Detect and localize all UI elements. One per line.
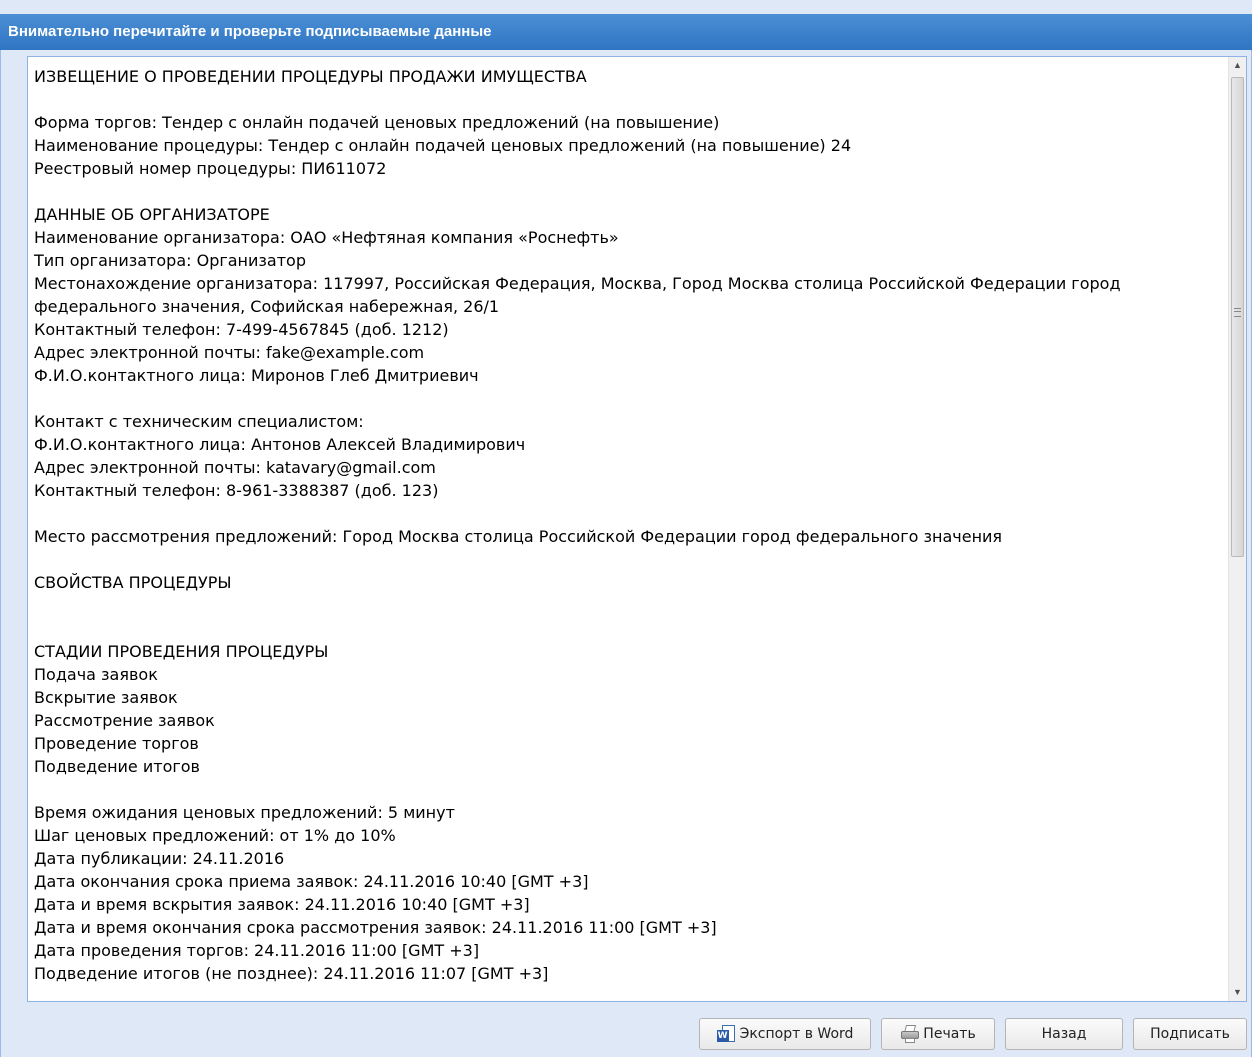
doc-line: Контакт с техническим специалистом: [34, 412, 364, 431]
vertical-scrollbar[interactable]: ▲ ▼ [1228, 57, 1246, 1001]
button-bar: W Экспорт в Word Печать Назад Подписать [1, 1018, 1252, 1052]
doc-line: Адрес электронной почты: katavary@gmail.… [34, 458, 436, 477]
doc-line: Тип организатора: Организатор [34, 251, 306, 270]
doc-section-heading: СТАДИИ ПРОВЕДЕНИЯ ПРОЦЕДУРЫ [34, 642, 329, 661]
doc-line [34, 180, 1214, 203]
doc-line: Ф.И.О.контактного лица: Антонов Алексей … [34, 435, 526, 454]
doc-line: Подведение итогов [34, 757, 200, 776]
printer-icon [900, 1024, 920, 1044]
scroll-thumb[interactable] [1231, 77, 1244, 557]
doc-line: Адрес электронной почты: fake@example.co… [34, 343, 425, 362]
doc-line: Место рассмотрения предложений: Город Мо… [34, 527, 1003, 546]
doc-line [34, 502, 1214, 525]
doc-line: Дата проведения торгов: 24.11.2016 11:00… [34, 941, 480, 960]
print-label: Печать [923, 1026, 976, 1042]
doc-line: Ф.И.О.контактного лица: Миронов Глеб Дми… [34, 366, 479, 385]
export-word-label: Экспорт в Word [739, 1026, 854, 1042]
doc-line: Дата и время вскрытия заявок: 24.11.2016… [34, 895, 530, 914]
doc-line: Рассмотрение заявок [34, 711, 215, 730]
back-button[interactable]: Назад [1005, 1018, 1123, 1050]
grip-icon [1234, 308, 1241, 317]
doc-line: Дата окончания срока приема заявок: 24.1… [34, 872, 589, 891]
scroll-up-arrow-icon[interactable]: ▲ [1229, 57, 1246, 74]
doc-line: Наименование организатора: ОАО «Нефтяная… [34, 228, 619, 247]
doc-line: Время ожидания ценовых предложений: 5 ми… [34, 803, 455, 822]
dialog-body: ИЗВЕЩЕНИЕ О ПРОВЕДЕНИИ ПРОЦЕДУРЫ ПРОДАЖИ… [0, 50, 1252, 1057]
doc-line: Шаг ценовых предложений: от 1% до 10% [34, 826, 396, 845]
word-document-icon: W [716, 1024, 737, 1044]
doc-line: Местонахождение организатора: 117997, Ро… [34, 274, 1121, 316]
doc-line [34, 778, 1214, 801]
doc-line [34, 594, 1214, 617]
dialog-title: Внимательно перечитайте и проверьте подп… [0, 14, 1252, 50]
sign-label: Подписать [1150, 1026, 1230, 1042]
doc-line [34, 617, 1214, 640]
doc-line [34, 88, 1214, 111]
back-label: Назад [1041, 1026, 1087, 1042]
doc-line: Вскрытие заявок [34, 688, 178, 707]
print-button[interactable]: Печать [881, 1018, 995, 1050]
doc-line: Контактный телефон: 7-499-4567845 (доб. … [34, 320, 449, 339]
doc-section-heading: ДАННЫЕ ОБ ОРГАНИЗАТОРЕ [34, 205, 270, 224]
document-preview[interactable]: ИЗВЕЩЕНИЕ О ПРОВЕДЕНИИ ПРОЦЕДУРЫ ПРОДАЖИ… [27, 56, 1247, 1002]
doc-line: Реестровый номер процедуры: ПИ611072 [34, 159, 387, 178]
doc-line [34, 548, 1214, 571]
doc-line: Подведение итогов (не позднее): 24.11.20… [34, 964, 549, 983]
scroll-down-arrow-icon[interactable]: ▼ [1229, 984, 1246, 1001]
doc-line: Форма торгов: Тендер с онлайн подачей це… [34, 113, 720, 132]
doc-line: Проведение торгов [34, 734, 199, 753]
sign-data-dialog: Внимательно перечитайте и проверьте подп… [0, 0, 1252, 1057]
doc-heading: ИЗВЕЩЕНИЕ О ПРОВЕДЕНИИ ПРОЦЕДУРЫ ПРОДАЖИ… [34, 67, 587, 86]
export-word-button[interactable]: W Экспорт в Word [699, 1018, 871, 1050]
doc-line: Дата и время окончания срока рассмотрени… [34, 918, 717, 937]
doc-line: Контактный телефон: 8-961-3388387 (доб. … [34, 481, 439, 500]
doc-section-heading: СВОЙСТВА ПРОЦЕДУРЫ [34, 573, 232, 592]
doc-line [34, 387, 1214, 410]
doc-line: Дата публикации: 24.11.2016 [34, 849, 285, 868]
sign-button[interactable]: Подписать [1133, 1018, 1247, 1050]
doc-line: Наименование процедуры: Тендер с онлайн … [34, 136, 852, 155]
doc-line: Подача заявок [34, 665, 158, 684]
document-text: ИЗВЕЩЕНИЕ О ПРОВЕДЕНИИ ПРОЦЕДУРЫ ПРОДАЖИ… [34, 65, 1214, 985]
